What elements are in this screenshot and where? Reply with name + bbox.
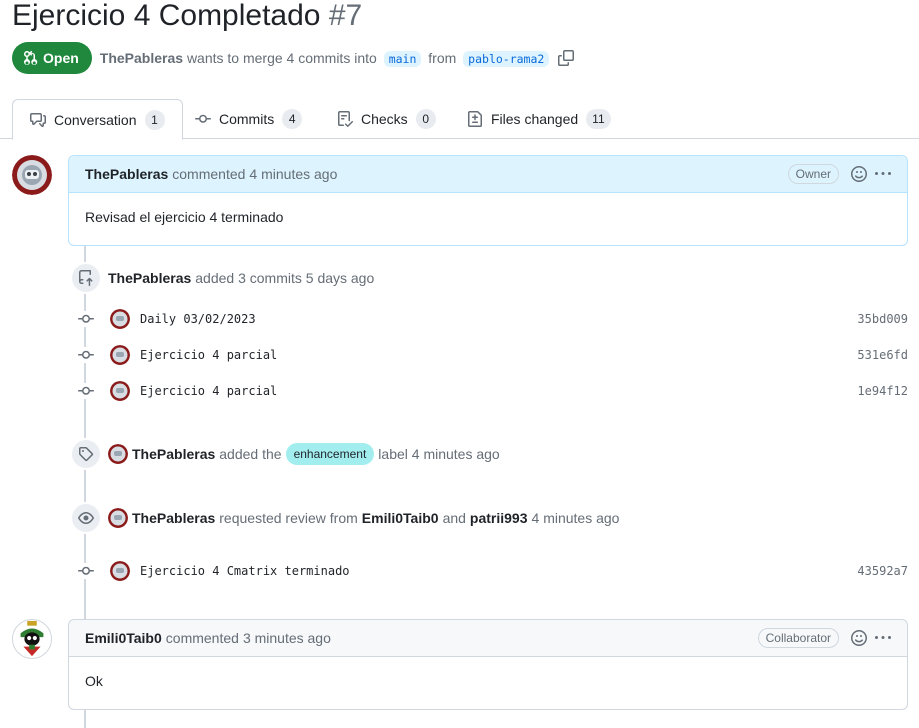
commit-row: Ejercicio 4 parcial 1e94f12 [74, 379, 908, 403]
comment-header: Emili0Taib0 commented 3 minutes ago Coll… [69, 620, 907, 657]
tab-commits-count: 4 [282, 109, 303, 129]
checklist-icon [338, 111, 353, 127]
event-text-before: requested review from [219, 510, 358, 526]
comment-body: Revisad el ejercicio 4 terminado [85, 209, 284, 225]
comment-discussion-icon [30, 112, 46, 127]
avatar-thepableras[interactable] [12, 155, 52, 195]
comment-time[interactable]: 3 minutes ago [243, 630, 331, 646]
state-label: Open [43, 50, 79, 66]
comment-action: commented [172, 166, 246, 182]
eye-icon [70, 502, 102, 534]
avatar[interactable] [110, 345, 130, 365]
tab-conversation-count: 1 [144, 109, 165, 130]
commit-row: Ejercicio 4 Cmatrix terminado 43592a7 [74, 559, 908, 583]
commit-sha[interactable]: 1e94f12 [857, 384, 908, 398]
state-badge: Open [12, 42, 92, 74]
pr-title-text: Ejercicio 4 Completado [12, 0, 321, 32]
event-review-requested: ThePableras requested review from Emili0… [70, 502, 619, 534]
tab-conversation[interactable]: Conversation 1 [12, 99, 183, 140]
git-pull-request-icon [23, 50, 38, 66]
merge-summary: ThePableras wants to merge 4 commits int… [100, 50, 553, 67]
avatar[interactable] [110, 309, 130, 329]
kebab-horizontal-icon[interactable] [875, 166, 891, 182]
pr-author-link[interactable]: ThePableras [100, 50, 183, 66]
git-commit-icon [74, 383, 98, 399]
git-commit-icon [74, 347, 98, 363]
event-actor[interactable]: ThePableras [132, 446, 215, 462]
comment-body: Ok [85, 673, 103, 689]
event-text-after: label 4 minutes ago [378, 446, 500, 462]
comment-thepableras: ThePableras commented 4 minutes ago Owne… [68, 155, 908, 246]
smiley-icon[interactable] [851, 630, 867, 646]
copy-icon[interactable] [558, 50, 575, 66]
commit-message[interactable]: Ejercicio 4 parcial [140, 384, 277, 398]
avatar[interactable] [108, 444, 128, 464]
merge-text: wants to merge 4 commits into [186, 49, 377, 66]
tab-commits[interactable]: Commits 4 [195, 99, 303, 139]
tab-files-changed-label: Files changed [491, 111, 579, 127]
commit-row: Ejercicio 4 parcial 531e6fd [74, 343, 908, 367]
event-text: added 3 commits 5 days ago [195, 270, 375, 286]
avatar[interactable] [108, 508, 128, 528]
pr-number: #7 [328, 0, 363, 32]
comment-author[interactable]: ThePableras [85, 166, 168, 182]
comment-action: commented [165, 630, 239, 646]
event-commits-added: ThePableras added 3 commits 5 days ago [70, 262, 374, 294]
smiley-icon[interactable] [851, 166, 867, 182]
tab-checks[interactable]: Checks 0 [337, 99, 436, 139]
pr-tabs: Conversation 1 Commits 4 Checks 0 Files … [0, 99, 919, 140]
owner-badge: Owner [787, 164, 839, 184]
pr-meta: Open ThePableras wants to merge 4 commit… [12, 42, 575, 74]
avatar-emili0taib0[interactable] [12, 619, 52, 659]
comment-time[interactable]: 4 minutes ago [249, 166, 337, 182]
head-branch[interactable]: pablo-rama2 [463, 50, 550, 67]
event-label-added: ThePableras added the enhancement label … [70, 438, 500, 470]
commit-sha[interactable]: 43592a7 [857, 564, 908, 578]
tab-commits-label: Commits [219, 111, 275, 127]
avatar[interactable] [110, 561, 130, 581]
comment-emili0taib0: Emili0Taib0 commented 3 minutes ago Coll… [68, 619, 908, 710]
event-time[interactable]: 4 minutes ago [532, 510, 620, 526]
git-commit-icon [195, 114, 211, 123]
git-commit-icon [74, 563, 98, 579]
git-commit-icon [74, 311, 98, 327]
commit-row: Daily 03/02/2023 35bd009 [74, 307, 908, 331]
base-branch[interactable]: main [383, 50, 422, 67]
reviewer-link[interactable]: patrii993 [470, 510, 528, 526]
collaborator-badge: Collaborator [757, 628, 839, 648]
comment-author[interactable]: Emili0Taib0 [85, 630, 162, 646]
repo-push-icon [70, 262, 102, 294]
tab-conversation-label: Conversation [54, 111, 137, 128]
tab-files-changed-count: 11 [586, 109, 611, 129]
event-text-before: added the [219, 446, 282, 462]
comment-header: ThePableras commented 4 minutes ago Owne… [69, 156, 907, 193]
commit-sha[interactable]: 531e6fd [857, 348, 908, 362]
commit-message[interactable]: Ejercicio 4 parcial [140, 348, 277, 362]
tag-icon [70, 438, 102, 470]
commit-message[interactable]: Ejercicio 4 Cmatrix terminado [140, 564, 350, 578]
event-actor[interactable]: ThePableras [108, 270, 191, 286]
event-actor[interactable]: ThePableras [132, 510, 215, 526]
from-text: from [428, 49, 457, 66]
commit-message[interactable]: Daily 03/02/2023 [140, 312, 256, 326]
reviewer-link[interactable]: Emili0Taib0 [362, 510, 439, 526]
label-enhancement[interactable]: enhancement [285, 443, 375, 465]
tab-checks-label: Checks [361, 111, 408, 127]
commit-sha[interactable]: 35bd009 [857, 312, 908, 326]
pr-title: Ejercicio 4 Completado #7 [12, 0, 362, 38]
tab-files-changed[interactable]: Files changed 11 [467, 99, 611, 139]
kebab-horizontal-icon[interactable] [875, 630, 891, 646]
file-diff-icon [468, 111, 482, 127]
tab-checks-count: 0 [415, 109, 436, 129]
and-text: and [442, 510, 466, 526]
avatar[interactable] [110, 381, 130, 401]
